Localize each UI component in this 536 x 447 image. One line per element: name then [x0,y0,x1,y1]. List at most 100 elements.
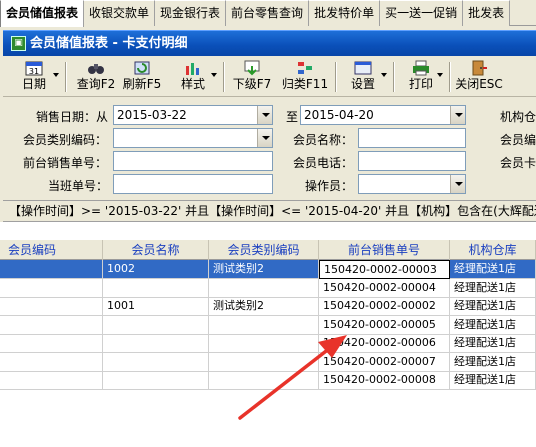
cell-store[interactable]: 经理配送1店 [450,371,536,390]
member-code-label: 会员编 [500,133,536,147]
table-row[interactable]: 150420-0002-00004 经理配送1店 [0,278,536,298]
report-app-icon: ▣ [11,36,26,51]
cell-receipt[interactable]: 150420-0002-00008 [319,371,450,390]
cell-code[interactable] [0,278,103,298]
column-member-name[interactable]: 会员名称 [103,240,209,260]
member-card-label: 会员卡 [500,156,536,170]
cell-code[interactable] [0,352,103,372]
org-store-label: 机构仓 [500,110,536,124]
chevron-down-icon[interactable] [437,73,443,77]
table-row[interactable]: 150420-0002-00007 经理配送1店 [0,352,536,372]
sale-date-label: 销售日期：从 [36,110,109,124]
svg-text:31: 31 [29,67,39,76]
calendar-icon: 31 [25,61,43,76]
cell-name[interactable]: 1002 [103,260,209,279]
print-button[interactable]: 打印 [401,60,443,94]
column-member-code[interactable]: 会员编码 [0,240,103,260]
tab-member-stored-value-report[interactable]: 会员储值报表 [0,0,85,27]
chevron-down-icon[interactable] [53,73,59,77]
to-label: 至 [286,110,299,124]
date-button[interactable]: 31 日期 [11,60,59,94]
cell-type[interactable] [209,371,319,390]
operator-label: 操作员： [305,179,354,193]
cell-name[interactable] [103,278,209,298]
cell-code[interactable] [0,315,103,335]
cell-store[interactable]: 经理配送1店 [450,278,536,298]
cell-type[interactable]: 测试类别2 [209,297,319,316]
cell-store[interactable]: 经理配送1店 [450,352,536,372]
cell-store[interactable]: 经理配送1店 [450,260,536,279]
refresh-button[interactable]: 刷新F5 [119,60,165,94]
close-button[interactable]: 关闭ESC [455,60,503,94]
shift-no-label: 当班单号： [48,179,109,193]
cell-type[interactable]: 测试类别2 [209,260,319,279]
binoculars-icon [88,64,104,74]
shift-no-input[interactable] [113,174,273,194]
app-root: 会员储值报表 收银交款单 现金银行表 前台零售查询 批发特价单 买一送一促销 批… [0,0,536,447]
chevron-down-icon[interactable] [450,175,465,193]
tab-cashier-payment[interactable]: 收银交款单 [84,0,156,26]
cell-code[interactable] [0,297,103,316]
cell-store[interactable]: 经理配送1店 [450,334,536,353]
tab-cash-bank[interactable]: 现金银行表 [155,0,227,26]
chevron-down-icon[interactable] [257,106,272,124]
cell-receipt[interactable]: 150420-0002-00002 [319,297,450,316]
cell-store[interactable]: 经理配送1店 [450,315,536,335]
cell-type[interactable] [209,315,319,335]
chevron-down-icon[interactable] [450,106,465,124]
cell-receipt[interactable]: 150420-0002-00003 [319,260,450,279]
member-type-label: 会员类别编码： [23,133,108,147]
table-row[interactable]: 1002 测试类别2 150420-0002-00003 经理配送1店 [0,260,536,279]
cell-receipt[interactable]: 150420-0002-00006 [319,334,450,353]
cell-type[interactable] [209,352,319,372]
cell-name[interactable] [103,371,209,390]
tab-wholesale-table[interactable]: 批发表 [463,0,511,26]
date-to-picker[interactable]: 2015-04-20 [300,105,466,125]
cell-type[interactable] [209,334,319,353]
cell-code[interactable] [0,334,103,353]
tab-wholesale-special[interactable]: 批发特价单 [309,0,381,26]
table-row[interactable]: 1001 测试类别2 150420-0002-00002 经理配送1店 [0,297,536,316]
cell-code[interactable] [0,371,103,390]
table-row[interactable]: 150420-0002-00008 经理配送1店 [0,371,536,390]
cell-type[interactable] [209,278,319,298]
toolbar: 31 日期 查询F2 刷新F5 样式 下级F7 归类F11 设置 打印 关闭ES… [3,57,536,97]
group-icon [298,62,312,74]
tab-pos-retail-query[interactable]: 前台零售查询 [226,0,310,26]
refresh-icon [134,61,150,75]
cell-receipt[interactable]: 150420-0002-00005 [319,315,450,335]
cell-name[interactable] [103,352,209,372]
cell-name[interactable] [103,334,209,353]
chevron-down-icon[interactable] [257,129,272,147]
cell-receipt[interactable]: 150420-0002-00007 [319,352,450,372]
report-grid: 会员编码 会员名称 会员类别编码 前台销售单号 机构仓库 1002 测试类别2 15… [0,240,536,447]
settings-button[interactable]: 设置 [341,60,387,94]
cell-name[interactable] [103,315,209,335]
drill-down-button[interactable]: 下级F7 [230,60,274,94]
member-phone-input[interactable] [358,151,466,171]
column-member-type[interactable]: 会员类别编码 [209,240,319,260]
table-row[interactable]: 150420-0002-00006 经理配送1店 [0,334,536,353]
query-button[interactable]: 查询F2 [73,60,119,94]
column-store[interactable]: 机构仓库 [450,240,536,260]
column-receipt-no[interactable]: 前台销售单号 [319,240,450,260]
chevron-down-icon[interactable] [381,73,387,77]
style-button[interactable]: 样式 [171,60,217,94]
chevron-down-icon[interactable] [211,73,217,77]
tab-buy-one-get-one[interactable]: 买一送一促销 [380,0,464,26]
cell-code[interactable] [0,260,103,279]
cell-store[interactable]: 经理配送1店 [450,297,536,316]
cell-name[interactable]: 1001 [103,297,209,316]
table-row[interactable]: 150420-0002-00005 经理配送1店 [0,315,536,335]
cell-receipt[interactable]: 150420-0002-00004 [319,278,450,298]
group-button[interactable]: 归类F11 [281,60,329,94]
operator-select[interactable] [358,174,466,194]
drill-down-icon [244,60,260,76]
receipt-no-input[interactable] [113,151,273,171]
member-phone-label: 会员电话： [293,156,354,170]
member-name-input[interactable] [358,128,466,148]
date-from-picker[interactable]: 2015-03-22 [113,105,273,125]
member-type-select[interactable] [113,128,273,148]
filter-condition-text: 【操作时间】>= '2015-03-22' 并且【操作时间】<= '2015-0… [3,200,536,222]
receipt-no-label: 前台销售单号： [23,156,108,170]
